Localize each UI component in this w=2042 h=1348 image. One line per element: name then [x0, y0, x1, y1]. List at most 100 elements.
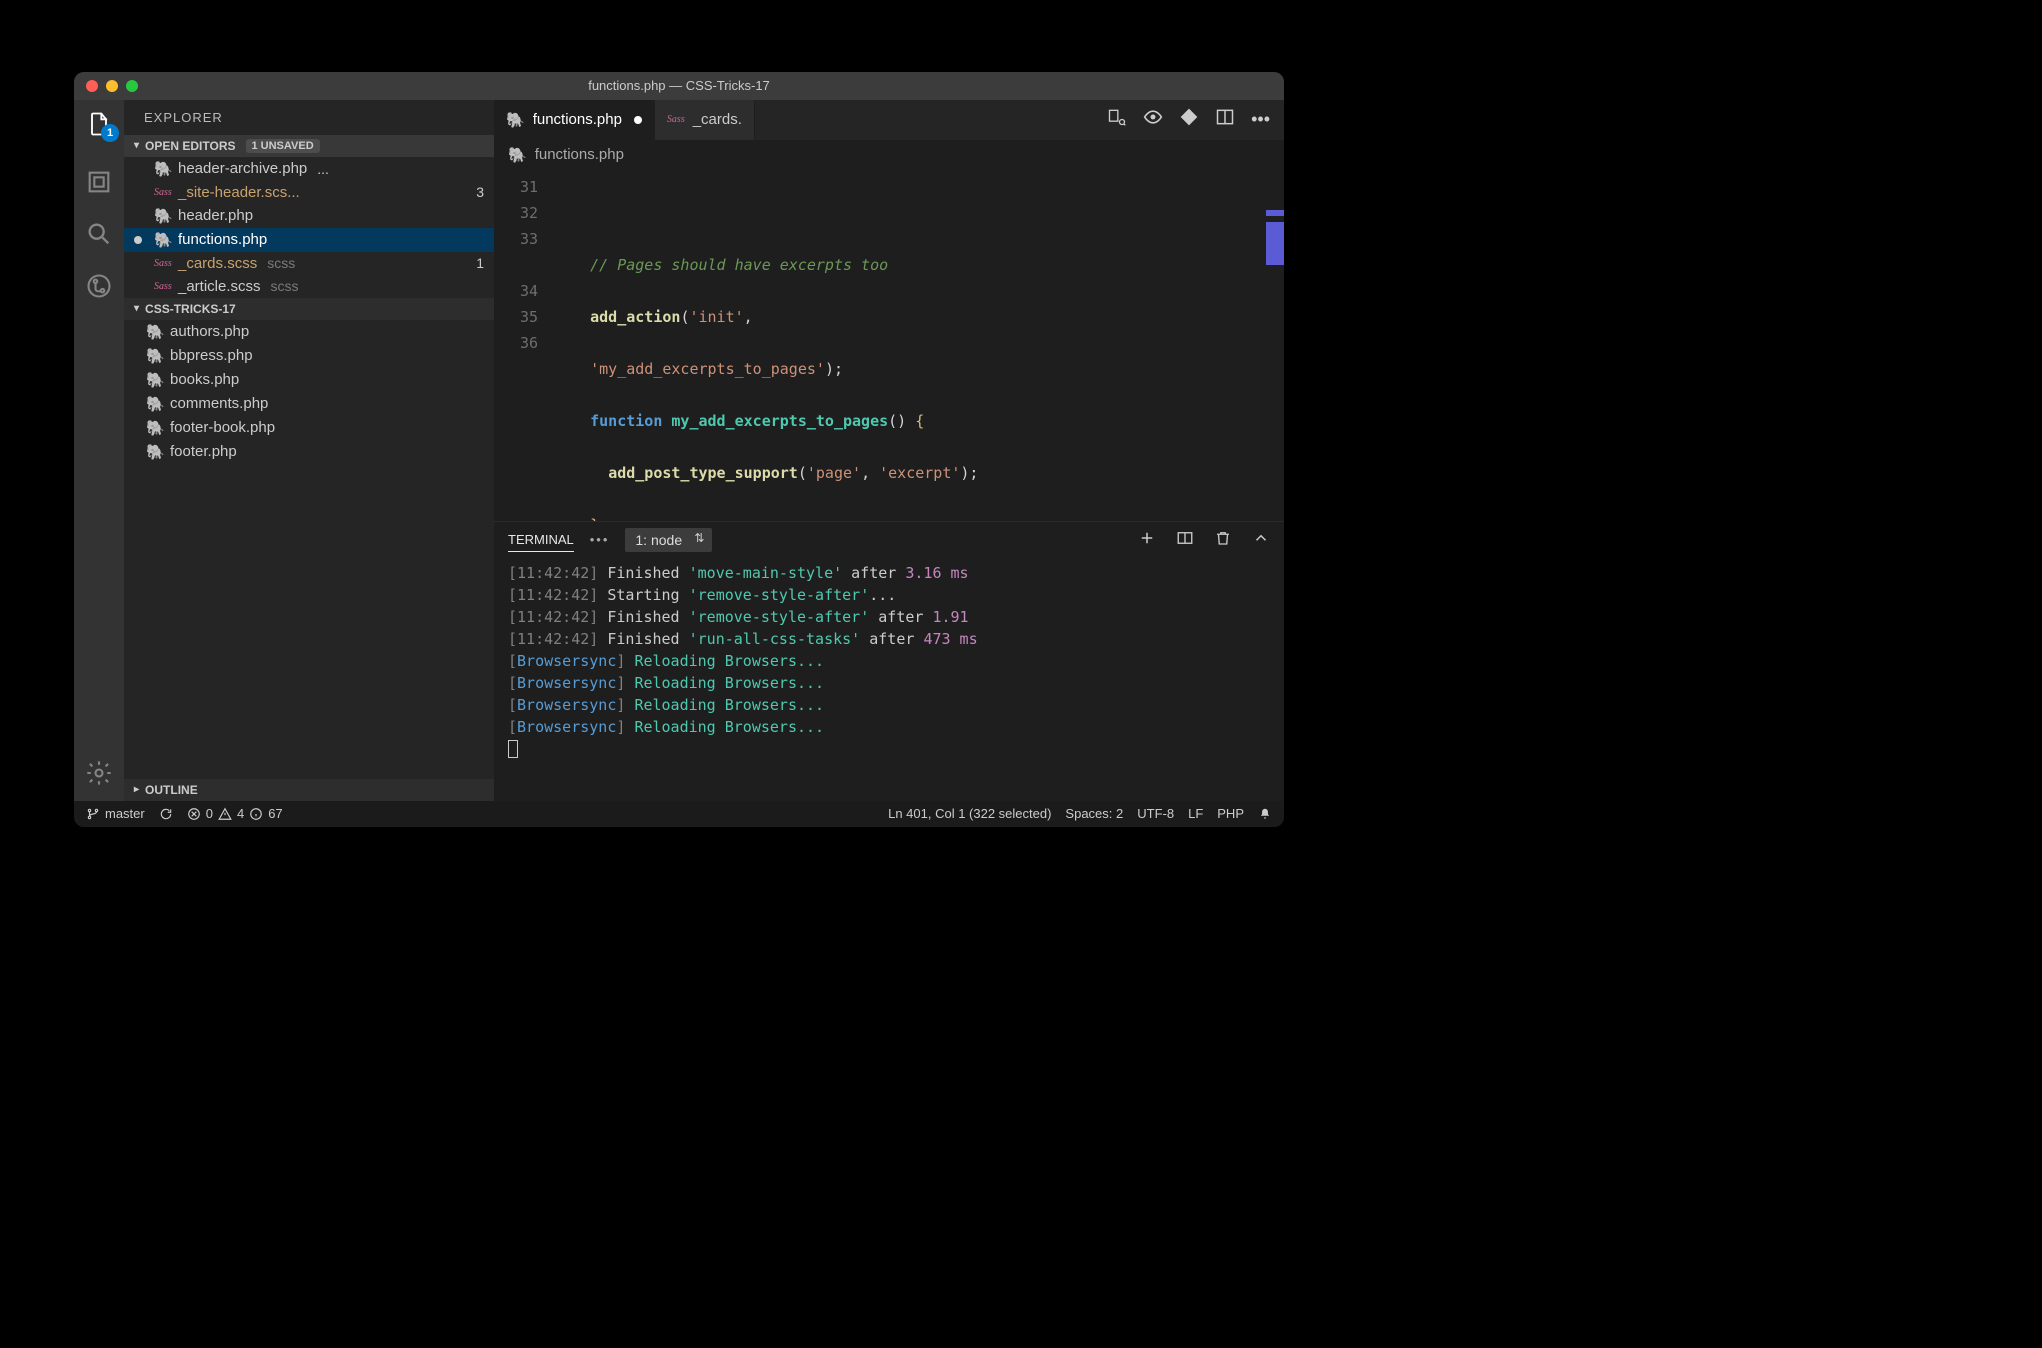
- code-str: 'page': [807, 464, 861, 482]
- sidebar: EXPLORER ▾ OPEN EDITORS 1 UNSAVED 🐘 head…: [124, 100, 494, 801]
- status-bell[interactable]: [1258, 807, 1272, 821]
- source-control-icon[interactable]: [85, 272, 113, 300]
- term-dur: 473 ms: [923, 630, 977, 648]
- status-cursor[interactable]: Ln 401, Col 1 (322 selected): [888, 806, 1051, 821]
- open-editors-header[interactable]: ▾ OPEN EDITORS 1 UNSAVED: [124, 135, 494, 157]
- open-editor-item[interactable]: 🐘 header-archive.php ...: [124, 157, 494, 181]
- bell-icon: [1258, 807, 1272, 821]
- maximize-panel-icon[interactable]: [1252, 529, 1270, 550]
- terminal-select[interactable]: 1: node: [625, 528, 712, 552]
- line-number: 33: [494, 226, 538, 252]
- kill-terminal-icon[interactable]: [1214, 529, 1232, 550]
- code-fn: add_post_type_support: [608, 464, 798, 482]
- php-icon: 🐘: [154, 231, 170, 249]
- line-gutter: 31 32 33 34 35 36: [494, 170, 554, 521]
- terminal-select-wrap: 1: node: [625, 528, 712, 552]
- terminal-cursor: [508, 740, 518, 758]
- php-icon: 🐘: [508, 146, 527, 164]
- file-name: header-archive.php: [178, 160, 307, 177]
- file-name: authors.php: [170, 323, 249, 340]
- project-header[interactable]: ▾ CSS-TRICKS-17: [124, 298, 494, 320]
- tree-item[interactable]: 🐘footer-book.php: [124, 416, 494, 440]
- project-tree: 🐘authors.php 🐘bbpress.php 🐘books.php 🐘co…: [124, 320, 494, 464]
- more-icon[interactable]: •••: [1251, 109, 1270, 130]
- compare-icon[interactable]: [1107, 107, 1127, 132]
- encoding-label: UTF-8: [1137, 806, 1174, 821]
- tree-item[interactable]: 🐘footer.php: [124, 440, 494, 464]
- term-bs: Browsersync: [517, 652, 616, 670]
- line-number: 34: [494, 278, 538, 304]
- explorer-badge: 1: [101, 124, 119, 142]
- chevron-down-icon: ▾: [134, 140, 139, 151]
- more-icon[interactable]: •••: [590, 532, 610, 547]
- git-diff-icon[interactable]: [1179, 107, 1199, 132]
- window-controls: [86, 80, 138, 92]
- open-editor-item[interactable]: 🐘 header.php: [124, 204, 494, 228]
- code-editor[interactable]: 31 32 33 34 35 36 // Pages should have e…: [494, 170, 1284, 521]
- open-editor-item[interactable]: Sass _site-header.scs... 3: [124, 181, 494, 204]
- minimize-window-button[interactable]: [106, 80, 118, 92]
- term-msg: Reloading Browsers...: [634, 696, 824, 714]
- editor-tab[interactable]: Sass _cards.: [655, 100, 755, 140]
- php-icon: 🐘: [146, 347, 162, 365]
- settings-icon[interactable]: [85, 759, 113, 787]
- cursor-position: Ln 401, Col 1 (322 selected): [888, 806, 1051, 821]
- explorer-icon[interactable]: 1: [85, 110, 113, 138]
- close-window-button[interactable]: [86, 80, 98, 92]
- term-task: 'run-all-css-tasks': [689, 630, 861, 648]
- find-icon[interactable]: [85, 220, 113, 248]
- editor-tabs: 🐘 functions.php Sass _cards. •••: [494, 100, 1284, 140]
- sass-icon: Sass: [154, 258, 170, 269]
- tree-item[interactable]: 🐘books.php: [124, 368, 494, 392]
- tree-item[interactable]: 🐘bbpress.php: [124, 344, 494, 368]
- term-text: Finished: [607, 608, 688, 626]
- sync-icon: [159, 807, 173, 821]
- open-editor-item[interactable]: Sass _cards.scss scss 1: [124, 252, 494, 275]
- warning-icon: [218, 807, 232, 821]
- outline-header[interactable]: ▸ OUTLINE: [124, 779, 494, 801]
- file-suffix: 1: [476, 255, 484, 271]
- status-problems[interactable]: 0 4 67: [187, 806, 283, 821]
- breadcrumb[interactable]: 🐘 functions.php: [494, 140, 1284, 170]
- open-editor-item[interactable]: Sass _article.scss scss: [124, 275, 494, 298]
- indent-label: Spaces: 2: [1065, 806, 1123, 821]
- terminal-tab[interactable]: TERMINAL: [508, 528, 574, 552]
- status-branch[interactable]: master: [86, 806, 145, 821]
- outline-label: OUTLINE: [145, 783, 198, 797]
- terminal-output[interactable]: [[11:42:42]11:42:42] Finished 'move-main…: [494, 558, 1284, 801]
- split-editor-icon[interactable]: [1215, 107, 1235, 132]
- status-eol[interactable]: LF: [1188, 806, 1203, 821]
- open-editor-item-active[interactable]: 🐘 functions.php: [124, 228, 494, 252]
- eol-label: LF: [1188, 806, 1203, 821]
- code-str: 'my_add_excerpts_to_pages': [590, 360, 825, 378]
- status-lang[interactable]: PHP: [1217, 806, 1244, 821]
- search-icon[interactable]: [85, 168, 113, 196]
- tab-label: _cards.: [693, 111, 742, 128]
- new-terminal-icon[interactable]: [1138, 529, 1156, 550]
- tree-item[interactable]: 🐘comments.php: [124, 392, 494, 416]
- term-task: 'remove-style-after': [689, 608, 870, 626]
- term-text: after: [860, 630, 923, 648]
- maximize-window-button[interactable]: [126, 80, 138, 92]
- editor-tab-active[interactable]: 🐘 functions.php: [494, 100, 655, 140]
- file-name: _article.scss: [178, 278, 261, 295]
- file-dim: scss: [267, 255, 295, 271]
- code-str: 'excerpt': [879, 464, 960, 482]
- code-kw: function: [590, 412, 662, 430]
- status-encoding[interactable]: UTF-8: [1137, 806, 1174, 821]
- code-comment: // Pages should have excerpts too: [590, 256, 888, 274]
- terminal-panel: TERMINAL ••• 1: node [[11:42:42]11:4: [494, 521, 1284, 801]
- tree-item[interactable]: 🐘authors.php: [124, 320, 494, 344]
- term-dur: 3.16 ms: [905, 564, 968, 582]
- warning-count: 4: [237, 806, 244, 821]
- split-terminal-icon[interactable]: [1176, 529, 1194, 550]
- term-task: 'remove-style-after': [689, 586, 870, 604]
- minimap[interactable]: [1266, 170, 1284, 521]
- error-count: 0: [206, 806, 213, 821]
- code-fn: add_action: [590, 308, 680, 326]
- status-sync[interactable]: [159, 807, 173, 821]
- status-indent[interactable]: Spaces: 2: [1065, 806, 1123, 821]
- term-text: after: [869, 608, 932, 626]
- term-dur: 1.91: [932, 608, 968, 626]
- preview-icon[interactable]: [1143, 107, 1163, 132]
